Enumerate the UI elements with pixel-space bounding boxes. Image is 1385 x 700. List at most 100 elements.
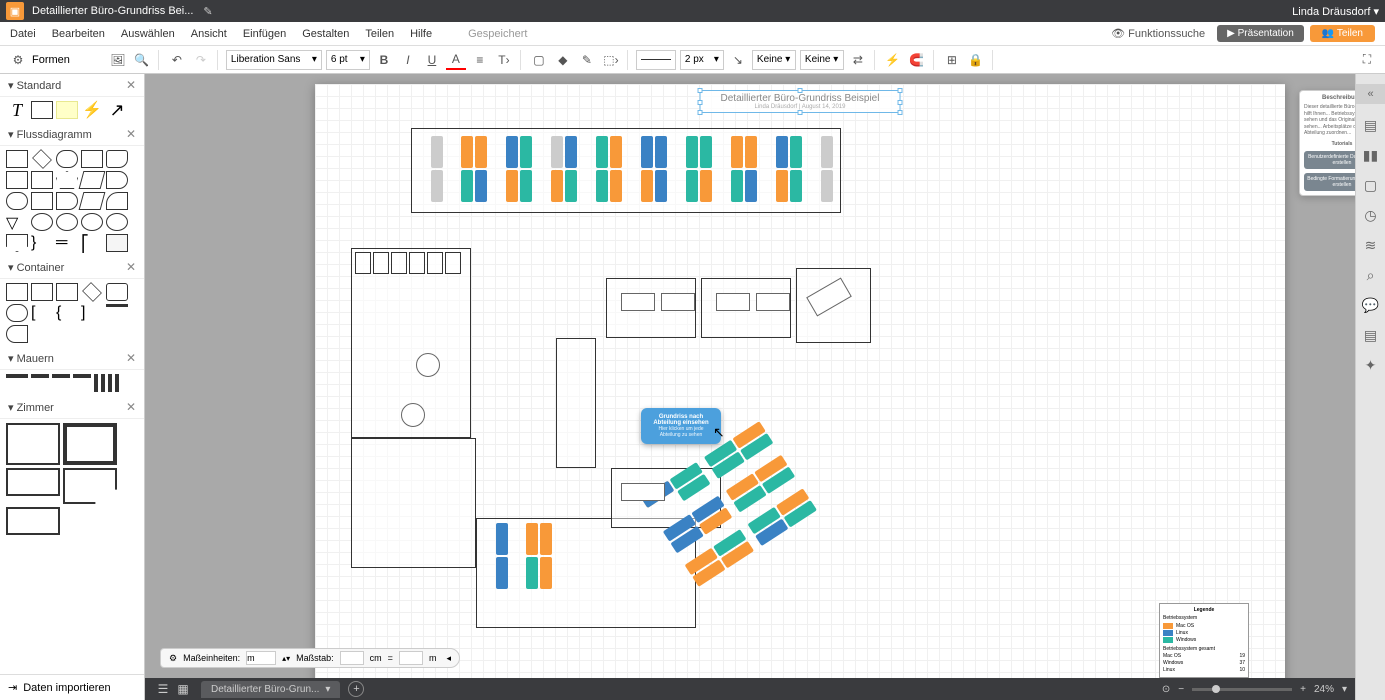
shape-or[interactable] (81, 213, 103, 231)
units-input[interactable] (246, 651, 276, 665)
section-walls[interactable]: ▾ Mauern✕ (0, 347, 144, 370)
shape-offpage[interactable] (6, 234, 28, 252)
arrow-start-select[interactable]: Keine ▾ (752, 50, 796, 70)
text-options-icon[interactable]: T› (494, 50, 514, 70)
shape-database[interactable] (106, 171, 128, 189)
canvas-title-selected[interactable]: Detaillierter Büro-Grundriss Beispiel Li… (700, 90, 901, 113)
menu-ansicht[interactable]: Ansicht (191, 28, 227, 40)
shape-flow8[interactable] (106, 192, 128, 210)
shape-note2[interactable] (106, 234, 128, 252)
shape-wall1[interactable] (6, 374, 28, 378)
menu-bearbeiten[interactable]: Bearbeiten (52, 28, 105, 40)
shape-predefined[interactable] (81, 150, 103, 168)
shape-flow5[interactable] (6, 192, 28, 210)
shape-flow1[interactable] (6, 171, 28, 189)
shape-wall2[interactable] (31, 374, 49, 378)
canvas-area[interactable]: Detaillierter Büro-Grundriss Beispiel Li… (145, 74, 1355, 700)
present-icon[interactable]: ▢ (1362, 176, 1380, 194)
shape-wall3[interactable] (52, 374, 70, 378)
section-standard[interactable]: ▾ Standard✕ (0, 74, 144, 97)
tutorial-button-1[interactable]: Benutzerdefinierte Datenfelder erstellen (1304, 151, 1355, 169)
shape-wall6[interactable] (101, 374, 105, 392)
arrow-end-select[interactable]: Keine ▾ (800, 50, 844, 70)
shape-wall4[interactable] (73, 374, 91, 378)
scale-input-2[interactable] (399, 651, 423, 665)
font-select[interactable]: Liberation Sans▾ (226, 50, 322, 70)
section-container[interactable]: ▾ Container✕ (0, 256, 144, 279)
menu-teilen[interactable]: Teilen (365, 28, 394, 40)
zoom-out-icon[interactable]: − (1178, 684, 1184, 695)
user-menu[interactable]: Linda Dräusdorf ▾ (1292, 5, 1379, 18)
shape-room1[interactable] (6, 423, 60, 465)
shape-flow9[interactable] (106, 213, 128, 231)
menu-datei[interactable]: Datei (10, 28, 36, 40)
bold-icon[interactable]: B (374, 50, 394, 70)
add-page-button[interactable]: + (348, 681, 364, 697)
shape-connector[interactable] (31, 213, 53, 231)
find-icon[interactable]: ⌕ (1362, 266, 1380, 284)
share-button[interactable]: 👥 Teilen (1310, 25, 1375, 42)
zoom-value[interactable]: 24% (1314, 684, 1334, 695)
scale-input-1[interactable] (340, 651, 364, 665)
layers-icon[interactable]: ≋ (1362, 236, 1380, 254)
shape-room4[interactable] (63, 468, 117, 504)
close-icon[interactable]: ✕ (126, 78, 136, 92)
edit-title-icon[interactable]: ✎ (203, 5, 212, 18)
shape-flow6[interactable] (31, 192, 53, 210)
shape-flow3[interactable] (56, 171, 78, 189)
ruler-icon[interactable]: ⊞ (942, 50, 962, 70)
line-width-select[interactable]: 2 px▾ (680, 50, 724, 70)
shape-wall7[interactable] (108, 374, 112, 392)
shape-cont2[interactable] (31, 283, 53, 301)
italic-icon[interactable]: I (398, 50, 418, 70)
shape-wall8[interactable] (115, 374, 119, 392)
undo-icon[interactable]: ↶ (167, 50, 187, 70)
data-icon[interactable]: ▤ (1362, 326, 1380, 344)
search-icon[interactable]: 🔍 (132, 50, 152, 70)
page-canvas[interactable]: Detaillierter Büro-Grundriss Beispiel Li… (315, 84, 1285, 700)
zoom-fit-icon[interactable]: ⊙ (1162, 684, 1170, 695)
fill-color-icon[interactable]: ◆ (553, 50, 573, 70)
close-icon[interactable]: ✕ (126, 260, 136, 274)
shape-flow2[interactable] (31, 171, 53, 189)
comment-icon[interactable]: 💬 (1362, 296, 1380, 314)
import-data-button[interactable]: ⇥ Daten importieren (0, 674, 144, 700)
shapes-toggle[interactable]: ⚙ (8, 50, 28, 70)
document-icon[interactable]: ▤ (1362, 116, 1380, 134)
redo-icon[interactable]: ↷ (191, 50, 211, 70)
shape-wall5[interactable] (94, 374, 98, 392)
shape-decision[interactable] (32, 149, 52, 169)
shape-cont3[interactable] (56, 283, 78, 301)
line-type-icon[interactable]: ↘ (728, 50, 748, 70)
document-title[interactable]: Detaillierter Büro-Grundriss Bei... (32, 5, 193, 17)
shape-hotspot[interactable]: ⚡ (81, 101, 103, 119)
fullscreen-icon[interactable]: ⛶ (1357, 50, 1377, 70)
grid-view-icon[interactable]: ▦ (173, 679, 193, 699)
history-icon[interactable]: ◷ (1362, 206, 1380, 224)
shape-terminator[interactable] (56, 150, 78, 168)
shape-arrow[interactable]: ↗ (106, 101, 128, 119)
tools-icon[interactable]: ✦ (1362, 356, 1380, 374)
shape-flow7[interactable] (79, 192, 106, 210)
close-icon[interactable]: ✕ (126, 351, 136, 365)
close-icon[interactable]: ✕ (126, 400, 136, 414)
menu-gestalten[interactable]: Gestalten (302, 28, 349, 40)
shape-block[interactable] (31, 101, 53, 119)
swap-icon[interactable]: ⇄ (848, 50, 868, 70)
fill-icon[interactable]: ▢ (529, 50, 549, 70)
shape-room5[interactable] (6, 507, 60, 535)
folder-icon[interactable]: ▣ (6, 2, 24, 20)
shape-options-icon[interactable]: ⬚› (601, 50, 621, 70)
menu-hilfe[interactable]: Hilfe (410, 28, 432, 40)
magnet-icon[interactable]: 🧲 (907, 50, 927, 70)
page-tab[interactable]: Detaillierter Büro-Grun...▾ (201, 681, 340, 698)
ruler-toolbar[interactable]: ⚙ Maßeinheiten: ▴▾ Maßstab: cm = m ◂ (160, 648, 460, 668)
shape-sum[interactable] (56, 213, 78, 231)
menu-auswaehlen[interactable]: Auswählen (121, 28, 175, 40)
image-icon[interactable]: 🖼 (108, 50, 128, 70)
menu-einfuegen[interactable]: Einfügen (243, 28, 286, 40)
gear-icon[interactable]: ⚙ (169, 653, 177, 664)
zoom-slider[interactable] (1192, 688, 1292, 691)
tutorial-button-2[interactable]: Bedingte Formatierungen leicht erstellen (1304, 173, 1355, 191)
shape-delay[interactable] (56, 192, 78, 210)
